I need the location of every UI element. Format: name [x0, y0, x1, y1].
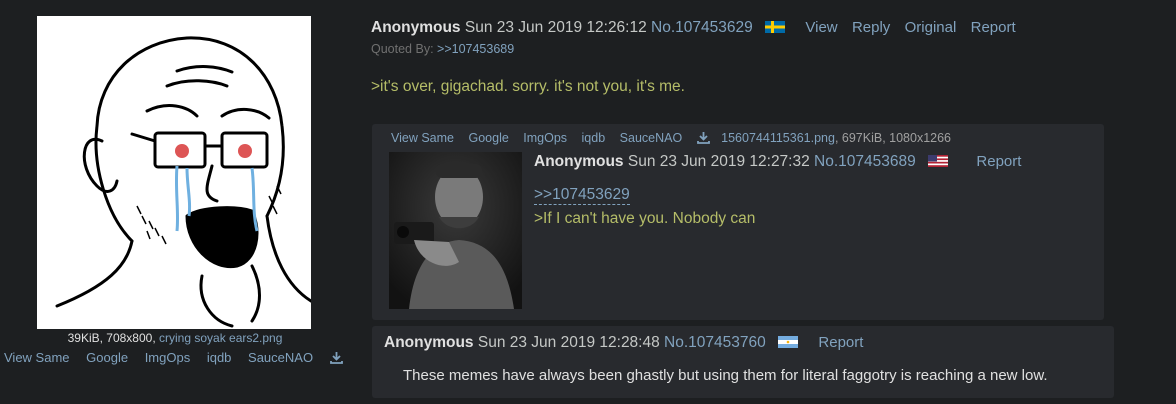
reply1-file-name[interactable]: 1560744115361.png — [721, 131, 835, 145]
op-poster-name: Anonymous — [371, 19, 461, 36]
download-icon[interactable] — [696, 132, 710, 147]
op-image[interactable] — [37, 16, 311, 329]
op-imgops-link[interactable]: ImgOps — [145, 350, 191, 365]
reply1-imgops-link[interactable]: ImgOps — [523, 131, 567, 145]
op-post-number[interactable]: No.107453629 — [651, 19, 753, 36]
gigachad-pistol-photo — [389, 152, 522, 309]
op-file-name[interactable]: crying soyak ears2.png — [159, 331, 282, 345]
reply1-post-date: Sun 23 Jun 2019 12:27:32 — [627, 153, 810, 170]
reply1-post-number[interactable]: No.107453689 — [814, 153, 916, 170]
reply1-iqdb-link[interactable]: iqdb — [582, 131, 606, 145]
reply1-saucenao-link[interactable]: SauceNAO — [620, 131, 683, 145]
reply2-post-text: These memes have always been ghastly but… — [403, 367, 1048, 384]
quoted-by: Quoted By: >>107453689 — [371, 42, 514, 56]
reply1-thumbnail[interactable] — [389, 152, 522, 309]
reply-post-107453689: View Same Google ImgOps iqdb SauceNAO 15… — [372, 124, 1104, 320]
sweden-flag-icon — [765, 20, 786, 33]
reply1-google-link[interactable]: Google — [468, 131, 508, 145]
reply1-poster-name: Anonymous — [534, 153, 624, 170]
reply2-post-date: Sun 23 Jun 2019 12:28:48 — [477, 334, 660, 351]
reply1-post-text: >If I can't have you. Nobody can — [534, 210, 756, 227]
op-report-link[interactable]: Report — [971, 19, 1016, 36]
op-view-link[interactable]: View — [805, 19, 837, 36]
op-reply-link[interactable]: Reply — [852, 19, 890, 36]
quoted-by-link[interactable]: >>107453689 — [437, 42, 514, 56]
reply1-report-link[interactable]: Report — [976, 153, 1021, 170]
op-file-size: 39KiB, 708x800, — [67, 331, 159, 345]
reply1-header: Anonymous Sun 23 Jun 2019 12:27:32 No.10… — [534, 153, 1021, 171]
reply1-image-links: View Same Google ImgOps iqdb SauceNAO 15… — [391, 131, 951, 147]
crying-soyjak-drawing — [55, 36, 311, 328]
reply2-post-number[interactable]: No.107453760 — [664, 334, 766, 351]
op-post-date: Sun 23 Jun 2019 12:26:12 — [464, 19, 647, 36]
reply1-view-same-link[interactable]: View Same — [391, 131, 454, 145]
op-post-header: Anonymous Sun 23 Jun 2019 12:26:12 No.10… — [371, 19, 1016, 37]
reply2-report-link[interactable]: Report — [818, 334, 863, 351]
op-iqdb-link[interactable]: iqdb — [207, 350, 232, 365]
op-view-same-link[interactable]: View Same — [4, 350, 70, 365]
argentina-flag-icon — [778, 335, 799, 348]
op-google-link[interactable]: Google — [86, 350, 128, 365]
usa-flag-icon — [928, 154, 949, 167]
reply1-quote-link[interactable]: >>107453629 — [534, 186, 630, 205]
op-saucenao-link[interactable]: SauceNAO — [248, 350, 313, 365]
reply-post-107453760: Anonymous Sun 23 Jun 2019 12:28:48 No.10… — [372, 326, 1114, 398]
reply2-header: Anonymous Sun 23 Jun 2019 12:28:48 No.10… — [384, 334, 863, 352]
quoted-by-label: Quoted By: — [371, 42, 438, 56]
download-icon[interactable] — [329, 352, 343, 367]
reply2-poster-name: Anonymous — [384, 334, 474, 351]
op-original-link[interactable]: Original — [905, 19, 957, 36]
op-post-text: >it's over, gigachad. sorry. it's not yo… — [371, 78, 685, 95]
op-image-search-links: View Same Google ImgOps iqdb SauceNAO — [4, 350, 343, 367]
reply1-file-meta: , 697KiB, 1080x1266 — [834, 131, 952, 145]
op-file-info: 39KiB, 708x800, crying soyak ears2.png — [0, 331, 350, 345]
